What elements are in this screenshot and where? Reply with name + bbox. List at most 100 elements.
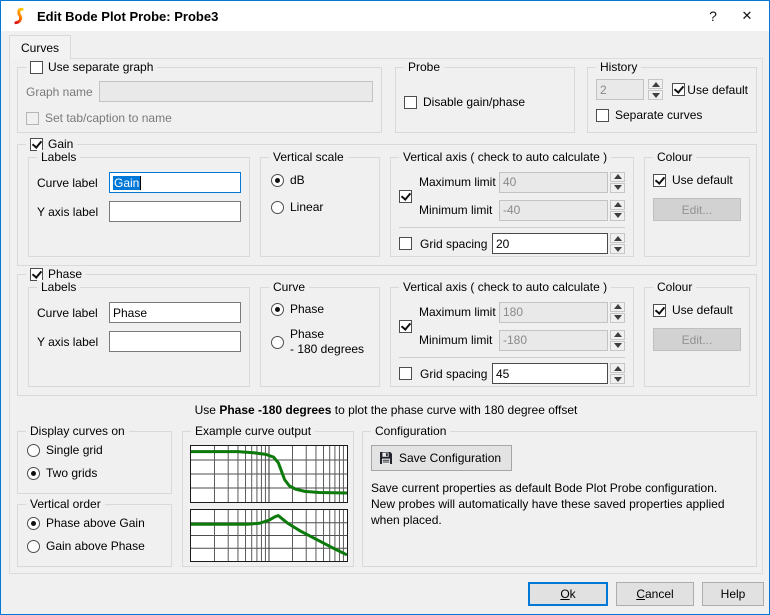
group-gain: Gain Labels Curve label Gain Y axis labe…: [17, 144, 757, 266]
separate-curves-checkbox[interactable]: [596, 109, 609, 122]
phase-enable-checkbox[interactable]: [30, 268, 43, 281]
group-example-curve-output: Example curve output: [182, 431, 354, 567]
group-gain-vertical-scale: Vertical scale dB Linear: [260, 157, 380, 257]
two-grids-radio[interactable]: [27, 467, 40, 480]
group-configuration: Configuration Save Configuration Save cu…: [362, 431, 757, 567]
single-grid-radio[interactable]: [27, 444, 40, 457]
phase-auto-calculate-checkbox[interactable]: [399, 320, 412, 333]
group-probe: Probe Disable gain/phase: [395, 67, 575, 133]
phase-above-gain-label: Phase above Gain: [46, 516, 145, 530]
curve-label-label: Curve label: [37, 176, 103, 190]
linear-label: Linear: [290, 200, 323, 214]
gain-minimum-input: -40: [499, 200, 608, 221]
spin-up-icon: [610, 302, 625, 312]
gain-curve-label-input[interactable]: Gain: [109, 172, 241, 193]
title-bar: Edit Bode Plot Probe: Probe3 ? ✕: [1, 1, 769, 31]
phase-group-label: Phase: [48, 267, 82, 281]
spin-up-icon: [610, 200, 625, 210]
gain-grid-spacing-spinner[interactable]: [610, 233, 625, 254]
spin-down-icon: [610, 211, 625, 221]
yaxis-label-label: Y axis label: [37, 205, 103, 219]
minimum-limit-label: Minimum limit: [419, 203, 499, 217]
group-phase-curve: Curve Phase Phase - 180 degrees: [260, 287, 380, 387]
gain-colour-use-default-label: Use default: [672, 173, 733, 187]
phase-yaxis-label-input[interactable]: [109, 331, 241, 352]
divider: [399, 357, 625, 358]
gain-maximum-spinner: [610, 172, 625, 193]
phase-radio-label: Phase: [290, 302, 324, 316]
ok-button[interactable]: Ok: [528, 582, 608, 606]
history-use-default-label: Use default: [687, 83, 748, 97]
phase-maximum-spinner: [610, 302, 625, 323]
close-icon: ✕: [742, 8, 753, 24]
phase-180-radio[interactable]: [271, 336, 284, 349]
use-separate-graph-checkbox[interactable]: [30, 61, 43, 74]
gain-enable-checkbox[interactable]: [30, 138, 43, 151]
grid-spacing-label: Grid spacing: [420, 237, 492, 251]
gain-above-phase-radio[interactable]: [27, 540, 40, 553]
spin-down-icon: [610, 183, 625, 193]
graph-name-label: Graph name: [26, 85, 93, 99]
spin-down-icon: [648, 90, 663, 100]
spin-up-icon: [610, 233, 625, 243]
phase-180-radio-label: Phase - 180 degrees: [290, 327, 364, 357]
window-title: Edit Bode Plot Probe: Probe3: [37, 9, 218, 24]
phase-grid-spacing-checkbox[interactable]: [399, 367, 412, 380]
example-gain-plot: [190, 509, 348, 562]
phase-above-gain-radio[interactable]: [27, 517, 40, 530]
cancel-button[interactable]: Cancel: [616, 582, 694, 606]
linear-radio[interactable]: [271, 201, 284, 214]
divider: [399, 227, 625, 228]
group-gain-vertical-axis: Vertical axis ( check to auto calculate …: [390, 157, 634, 257]
gain-colour-edit-button: Edit...: [653, 198, 741, 221]
group-vertical-order: Vertical order Phase above Gain Gain abo…: [17, 504, 172, 567]
history-value-input: 2: [596, 79, 644, 100]
dialog-window: Edit Bode Plot Probe: Probe3 ? ✕ Curves …: [0, 0, 770, 615]
phase-minimum-input: -180: [499, 330, 608, 351]
gain-colour-use-default-checkbox[interactable]: [653, 174, 666, 187]
phase-grid-spacing-input[interactable]: 45: [492, 363, 608, 384]
maximum-limit-label: Maximum limit: [419, 305, 499, 319]
save-configuration-button[interactable]: Save Configuration: [371, 445, 512, 471]
gain-grid-spacing-input[interactable]: 20: [492, 233, 608, 254]
spin-up-icon: [610, 330, 625, 340]
phase-colour-use-default-label: Use default: [672, 303, 733, 317]
app-icon: [10, 7, 28, 25]
spin-down-icon: [610, 244, 625, 254]
save-icon: [379, 451, 393, 465]
group-phase-colour: Colour Use default Edit...: [644, 287, 750, 387]
phase-maximum-input: 180: [499, 302, 608, 323]
group-use-separate-graph: Use separate graph Graph name Set tab/ca…: [17, 67, 382, 133]
graph-name-input: [99, 81, 373, 102]
gain-yaxis-label-input[interactable]: [109, 201, 241, 222]
set-tab-caption-label: Set tab/caption to name: [45, 111, 172, 125]
disable-gain-phase-checkbox[interactable]: [404, 96, 417, 109]
phase-curve-label-input[interactable]: Phase: [109, 302, 241, 323]
single-grid-label: Single grid: [46, 443, 103, 457]
spin-down-icon: [610, 313, 625, 323]
gain-group-label: Gain: [48, 137, 73, 151]
two-grids-label: Two grids: [46, 466, 97, 480]
gain-grid-spacing-checkbox[interactable]: [399, 237, 412, 250]
gain-auto-calculate-checkbox[interactable]: [399, 190, 412, 203]
question-icon: ?: [709, 8, 717, 24]
gain-above-phase-label: Gain above Phase: [46, 539, 145, 553]
gain-maximum-input: 40: [499, 172, 608, 193]
history-use-default-checkbox[interactable]: [672, 83, 685, 96]
group-phase-vertical-axis: Vertical axis ( check to auto calculate …: [390, 287, 634, 387]
phase-colour-use-default-checkbox[interactable]: [653, 304, 666, 317]
group-history: History 2 Use default Separate curves: [587, 67, 757, 133]
phase-offset-hint: Use Phase -180 degrees to plot the phase…: [10, 403, 762, 417]
tab-curves[interactable]: Curves: [9, 35, 71, 59]
spin-down-icon: [610, 341, 625, 351]
help-footer-button[interactable]: Help: [702, 582, 764, 606]
phase-colour-edit-button: Edit...: [653, 328, 741, 351]
db-radio[interactable]: [271, 174, 284, 187]
configuration-description: Save current properties as default Bode …: [371, 480, 748, 528]
help-button[interactable]: ?: [697, 1, 729, 31]
spin-up-icon: [610, 172, 625, 182]
close-button[interactable]: ✕: [731, 1, 763, 31]
minimum-limit-label: Minimum limit: [419, 333, 499, 347]
phase-radio[interactable]: [271, 303, 284, 316]
phase-grid-spacing-spinner[interactable]: [610, 363, 625, 384]
